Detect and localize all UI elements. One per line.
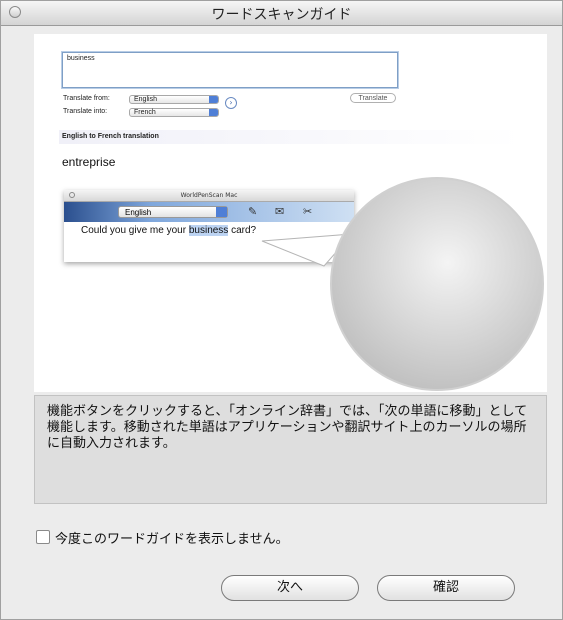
pen-scanner-photo [261, 177, 544, 392]
dont-show-again-label: 今度このワードガイドを表示しません。 [55, 531, 289, 547]
guide-description: 機能ボタンをクリックすると、「オンライン辞書」では、「次の単語に移動」として機能… [34, 395, 547, 504]
zoom-circle [330, 177, 544, 391]
title-bar: ワードスキャンガイド [1, 1, 562, 26]
confirm-button[interactable]: 確認 [377, 575, 515, 601]
window-title: ワードスキャンガイド [211, 7, 352, 23]
dont-show-again-row[interactable]: 今度このワードガイドを表示しません。 [36, 528, 289, 547]
guide-illustration: business Translate from: English Transla… [34, 34, 547, 392]
guide-window: ワードスキャンガイド business Translate from: Engl… [0, 0, 563, 620]
next-button[interactable]: 次へ [221, 575, 359, 601]
dont-show-again-checkbox[interactable] [36, 530, 50, 544]
